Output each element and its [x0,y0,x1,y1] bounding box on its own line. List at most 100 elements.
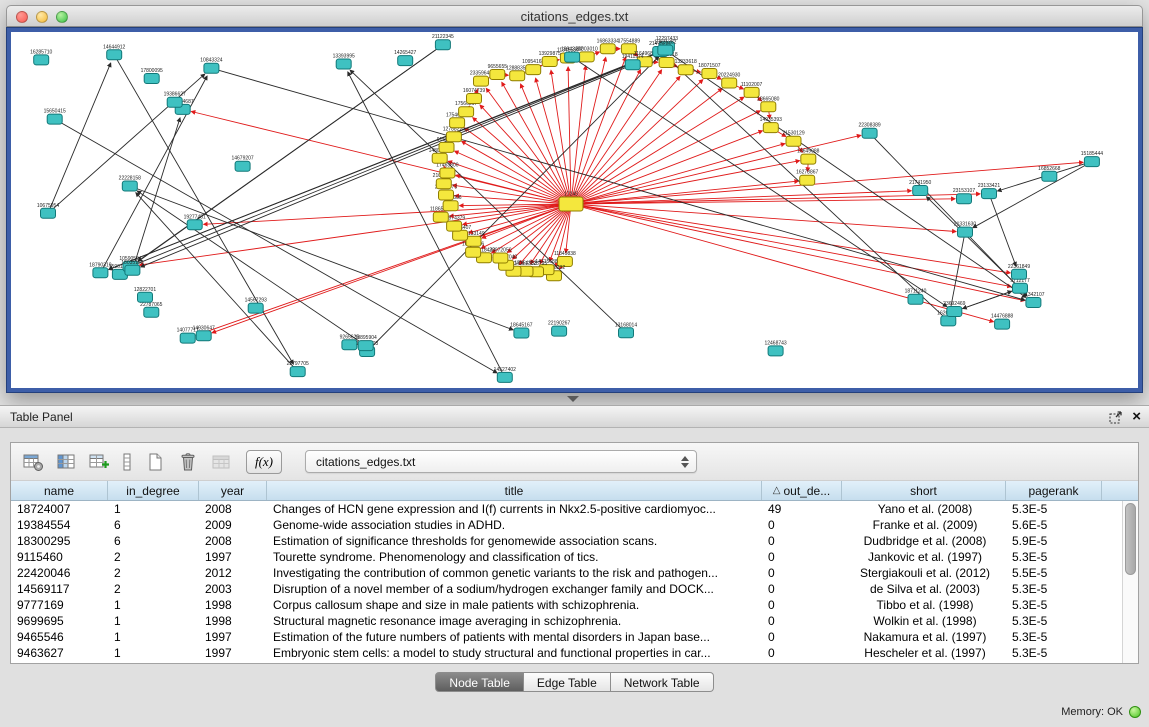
network-graph[interactable]: 1184983818656232147156881722879517154352… [11,32,1138,388]
graph-node[interactable]: 21530129 [782,131,804,147]
vertical-scrollbar[interactable] [1122,501,1138,663]
add-column-icon[interactable] [85,448,113,476]
minimize-window-button[interactable] [36,11,48,23]
graph-edge[interactable] [131,54,657,267]
graph-node[interactable]: 16278867 [796,170,818,186]
window-titlebar[interactable]: citations_edges.txt [6,5,1143,27]
graph-edge[interactable] [114,55,293,364]
graph-node[interactable]: 13233618 [675,59,697,74]
tab-edge-table[interactable]: Edge Table [524,672,611,692]
function-builder-button[interactable]: f(x) [246,450,282,474]
table-row[interactable]: 1872400712008Changes of HCN gene express… [11,501,1122,517]
column-header-in_degree[interactable]: in_degree [108,481,199,500]
graph-node[interactable]: 18645167 [510,323,532,339]
tab-node-table[interactable]: Node Table [435,672,524,692]
graph-node[interactable]: 18035146 [121,260,143,276]
column-header-title[interactable]: title [267,481,762,500]
graph-node[interactable]: 21122345 [432,34,454,50]
graph-node[interactable]: 22228158 [119,176,141,192]
graph-node[interactable]: 12888352 [506,65,528,81]
graph-edge[interactable] [989,194,1016,266]
column-header-pagerank[interactable]: pagerank [1006,481,1102,500]
graph-node[interactable]: 19411974 [622,54,644,69]
import-table-icon[interactable] [207,448,235,476]
graph-edge[interactable] [48,63,111,213]
graph-node[interactable]: 10921282 [654,40,676,56]
graph-node[interactable]: 14265427 [394,50,416,66]
graph-node[interactable]: 13168014 [615,322,637,338]
table-row[interactable]: 969969511998Structural magnetic resonanc… [11,613,1122,629]
splitter-handle[interactable] [567,396,579,402]
graph-edge[interactable] [367,57,659,352]
graph-node[interactable]: 14935393 [760,117,782,133]
graph-edge[interactable] [571,204,956,232]
graph-node[interactable]: 18649088 [797,149,819,165]
graph-node[interactable]: 16852668 [1038,166,1060,182]
graph-node[interactable]: 15650415 [44,109,66,125]
graph-node[interactable]: 9655655 [488,64,508,80]
graph-node[interactable]: 12822701 [134,287,156,303]
graph-node[interactable]: 19277451 [184,214,206,230]
graph-node[interactable]: 10954163 [522,59,544,75]
table-row[interactable]: 946362711997Embryonic stem cells: a mode… [11,645,1122,661]
graph-node[interactable]: 22190267 [548,321,570,337]
column-header-out_de[interactable]: △out_de... [762,481,842,500]
graph-node[interactable]: 21741950 [909,180,931,196]
graph-edge[interactable] [571,70,641,204]
table-row[interactable]: 1938455462009Genome-wide association stu… [11,517,1122,533]
network-canvas[interactable]: 1184983818656232147156881722879517154352… [11,32,1138,388]
scrollbar-thumb[interactable] [1125,503,1136,575]
graph-node[interactable]: 21342107 [1022,292,1044,308]
graph-node[interactable]: 10843324 [200,58,222,73]
graph-edge[interactable] [571,204,1011,287]
table-row[interactable]: 1456911722003Disruption of a novel membe… [11,581,1122,597]
float-panel-icon[interactable] [1109,411,1122,424]
graph-node[interactable]: 23692469 [943,301,965,317]
graph-node[interactable]: 14930647 [193,325,215,341]
column-header-short[interactable]: short [842,481,1006,500]
graph-node[interactable]: 18711240 [905,289,927,305]
graph-edge[interactable] [870,133,1028,296]
column-header-year[interactable]: year [199,481,267,500]
delete-table-icon[interactable] [174,448,202,476]
graph-node[interactable]: 16863334 [597,38,619,54]
table-selector[interactable]: citations_edges.txt [305,450,697,473]
show-columns-icon[interactable] [52,448,80,476]
graph-node[interactable]: 21331630 [954,222,976,238]
table-row[interactable]: 2242004622012Investigating the contribut… [11,565,1122,581]
table-mode-icon[interactable] [19,448,47,476]
graph-node[interactable]: 14679207 [231,156,253,172]
graph-node[interactable]: 22361849 [1008,264,1030,280]
graph-edge[interactable] [571,204,1025,301]
graph-edge[interactable] [137,191,365,346]
graph-node[interactable]: 15185444 [1081,151,1103,167]
graph-node[interactable]: 22787065 [140,302,162,318]
close-window-button[interactable] [16,11,28,23]
table-row[interactable]: 977716911998Corpus callosum shape and si… [11,597,1122,613]
close-panel-icon[interactable]: × [1132,410,1141,424]
graph-node[interactable]: 17463800 [436,163,458,179]
graph-node[interactable]: 22308389 [858,123,880,139]
graph-edge[interactable] [667,58,949,321]
graph-node[interactable]: 17800095 [141,68,163,84]
graph-node[interactable]: 18790310 [89,262,111,278]
graph-node[interactable]: 14644912 [103,44,125,60]
graph-node[interactable]: 20224930 [718,73,740,89]
graph-node[interactable]: 18943132 [561,47,583,63]
graph-edge[interactable] [571,89,722,205]
graph-node[interactable]: 23153107 [953,188,975,204]
graph-node[interactable]: 18665080 [757,96,779,112]
graph-node[interactable]: 11102007 [741,82,763,98]
graph-edge[interactable] [100,76,207,273]
graph-edge[interactable] [348,72,505,377]
table-row[interactable]: 1830029562008Estimation of significance … [11,533,1122,549]
graph-node[interactable]: 14476888 [991,314,1013,330]
rows-icon[interactable] [118,448,136,476]
table-row[interactable]: 911546021997Tourette syndrome. Phenomeno… [11,549,1122,565]
graph-node[interactable]: 14567293 [245,298,267,314]
table-row[interactable]: 946554611997Estimation of the future num… [11,629,1122,645]
graph-node[interactable]: 22797705 [287,361,309,377]
graph-edge[interactable] [571,131,762,204]
graph-node[interactable]: 9712177 [1010,278,1030,294]
graph-edge[interactable] [571,111,760,204]
